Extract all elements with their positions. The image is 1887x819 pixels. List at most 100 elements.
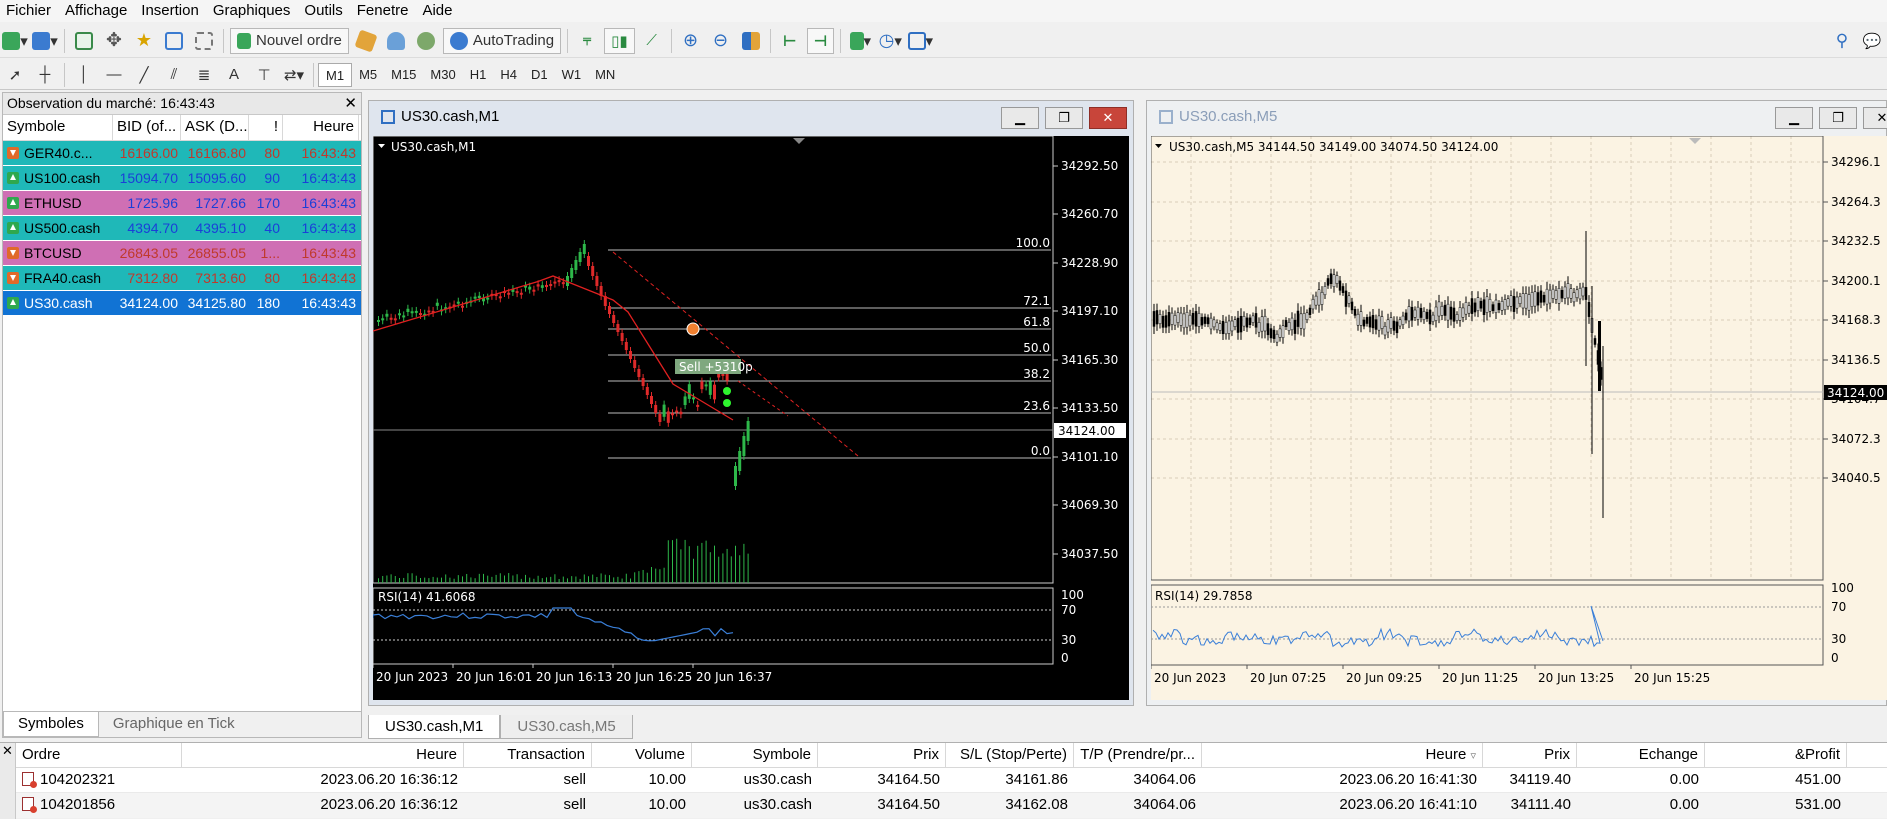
timeframe-m30[interactable]: M30 (423, 63, 462, 87)
market-button[interactable] (413, 28, 439, 54)
rsi-scale-label: 70 (1061, 603, 1076, 617)
timeframe-mn[interactable]: MN (588, 63, 622, 87)
market-watch-row[interactable]: ETHUSD 1725.96 1727.66 170 16:43:43 (3, 191, 361, 216)
autoscroll-button[interactable]: ⊣ (806, 27, 835, 54)
chart-m5-canvas[interactable]: US30.cash,M5 34144.50 34149.00 34074.50 … (1151, 136, 1887, 700)
profiles-button[interactable]: ▾ (32, 28, 58, 54)
zoom-in-button[interactable]: ⊕ (678, 28, 704, 54)
market-watch-row[interactable]: GER40.c... 16166.00 16166.80 80 16:43:43 (3, 141, 361, 166)
menu-aide[interactable]: Aide (416, 0, 460, 22)
templates-button[interactable]: ▾ (907, 28, 933, 54)
metaeditor-button[interactable] (353, 28, 379, 54)
column-bid[interactable]: BID (of... (113, 115, 181, 140)
market-watch-row[interactable]: BTCUSD 26843.05 26855.05 1... 16:43:43 (3, 241, 361, 266)
column-symbol[interactable]: Symbole (3, 115, 113, 140)
menu-insertion[interactable]: Insertion (135, 0, 207, 22)
new-chart-button[interactable]: ▾ (2, 28, 28, 54)
navigator-toggle[interactable]: ✥ (101, 28, 127, 54)
horizontal-line-button[interactable]: — (101, 62, 127, 88)
fib-label: 0.0 (1031, 444, 1050, 458)
market-watch-toggle[interactable] (71, 28, 97, 54)
column-ask[interactable]: ASK (D... (181, 115, 249, 140)
close-icon[interactable]: ✕ (344, 93, 357, 114)
column-spread[interactable]: ! (249, 115, 283, 140)
new-order-button[interactable]: Nouvel ordre (230, 27, 349, 54)
column-swap[interactable]: Echange (1577, 743, 1705, 767)
maximize-button[interactable]: ❐ (1819, 107, 1857, 129)
crosshair-button[interactable]: ┼ (32, 62, 58, 88)
chat-button[interactable]: 💬 (1859, 28, 1885, 54)
fibonacci-button[interactable]: ≣ (191, 62, 217, 88)
text-button[interactable]: A (221, 62, 247, 88)
menu-affichage[interactable]: Affichage (59, 0, 135, 22)
minimize-button[interactable]: ▁ (1001, 107, 1039, 129)
indicators-button[interactable]: ▾ (847, 28, 873, 54)
chart-tab-m1[interactable]: US30.cash,M1 (368, 715, 501, 739)
market-watch-row[interactable]: US500.cash 4394.70 4395.10 40 16:43:43 (3, 216, 361, 241)
timeframe-m15[interactable]: M15 (384, 63, 423, 87)
minimize-button[interactable]: ▁ (1775, 107, 1813, 129)
timeframe-d1[interactable]: D1 (524, 63, 555, 87)
close-button[interactable]: ✕ (1089, 107, 1127, 129)
column-close-price[interactable]: Prix (1483, 743, 1577, 767)
timeframe-h4[interactable]: H4 (493, 63, 524, 87)
cursor-button[interactable]: ➚ (2, 62, 28, 88)
column-sl[interactable]: S/L (Stop/Perte) (946, 743, 1074, 767)
candle-body (692, 397, 695, 400)
close-button[interactable]: ✕ (1863, 107, 1887, 129)
terminal-row[interactable]: 104201856 2023.06.20 16:36:12 sell 10.00 us3… (16, 793, 1887, 818)
channel-button[interactable]: ⫽ (161, 62, 187, 88)
column-close-time[interactable]: Heure ▿ (1202, 743, 1483, 767)
timeframe-m1[interactable]: M1 (318, 62, 353, 87)
chart-shift-button[interactable]: ⊢ (777, 28, 803, 54)
menu-fichier[interactable]: Fichier (0, 0, 59, 22)
column-open-time[interactable]: Heure (182, 743, 464, 767)
trendline-button[interactable]: ╱ (131, 62, 157, 88)
bar-chart-button[interactable]: ⫧ (574, 28, 600, 54)
menu-outils[interactable]: Outils (298, 0, 350, 22)
market-watch-row[interactable]: US100.cash 15094.70 15095.60 90 16:43:43 (3, 166, 361, 191)
column-price[interactable]: Prix (818, 743, 946, 767)
periods-button[interactable]: ◷ ▾ (877, 28, 903, 54)
column-time[interactable]: Heure (283, 115, 359, 140)
profiles-icon (32, 31, 51, 50)
market-watch-row[interactable]: US30.cash 34124.00 34125.80 180 16:43:43 (3, 291, 361, 316)
signals-button[interactable] (383, 28, 409, 54)
vertical-line-button[interactable]: │ (71, 62, 97, 88)
market-watch-row[interactable]: FRA40.cash 7312.80 7313.60 80 16:43:43 (3, 266, 361, 291)
timeframe-h1[interactable]: H1 (463, 63, 494, 87)
arrows-button[interactable]: ⇄ ▾ (281, 62, 307, 88)
candlestick-button[interactable]: ▯▮ (604, 27, 635, 54)
maximize-button[interactable]: ❐ (1045, 107, 1083, 129)
column-type[interactable]: Transaction (464, 743, 592, 767)
chart-tab-m5[interactable]: US30.cash,M5 (500, 715, 633, 739)
timeframe-m5[interactable]: M5 (352, 63, 384, 87)
text-label-button[interactable]: ⊤ (251, 62, 277, 88)
main-pane-border (1151, 136, 1824, 581)
favorites-button[interactable]: ★ (131, 28, 157, 54)
terminal-row[interactable]: 104202321 2023.06.20 16:36:12 sell 10.00 us3… (16, 768, 1887, 793)
menu-graphiques[interactable]: Graphiques (207, 0, 299, 22)
terminal-toggle[interactable] (161, 28, 187, 54)
search-button[interactable]: ⚲ (1829, 28, 1855, 54)
timeframe-w1[interactable]: W1 (555, 63, 589, 87)
time-label: 20 Jun 16:13 (536, 670, 612, 684)
tab-tick-chart[interactable]: Graphique en Tick (99, 712, 249, 737)
candle-body (1512, 296, 1516, 312)
tile-windows-button[interactable] (738, 28, 764, 54)
close-icon[interactable]: ✕ (2, 743, 13, 758)
tab-symbols[interactable]: Symboles (3, 712, 99, 737)
bid-cell: 7312.80 (127, 270, 178, 286)
column-tp[interactable]: T/P (Prendre/pr... (1074, 743, 1202, 767)
chart-m1-canvas[interactable]: US30.cash,M1 34292.50 34260.70 34228.90 3419… (373, 136, 1129, 700)
column-symbol[interactable]: Symbole (692, 743, 818, 767)
menu-fenetre[interactable]: Fenetre (351, 0, 417, 22)
tester-toggle[interactable] (191, 28, 217, 54)
line-chart-button[interactable]: ⟋ (639, 28, 665, 54)
zoom-out-button[interactable]: ⊖ (708, 28, 734, 54)
autotrading-button[interactable]: AutoTrading (442, 27, 562, 54)
terminal-close[interactable]: ✕ (0, 743, 16, 819)
column-volume[interactable]: Volume (592, 743, 692, 767)
column-profit[interactable]: &Profit (1705, 743, 1847, 767)
column-order[interactable]: Ordre (16, 743, 182, 767)
